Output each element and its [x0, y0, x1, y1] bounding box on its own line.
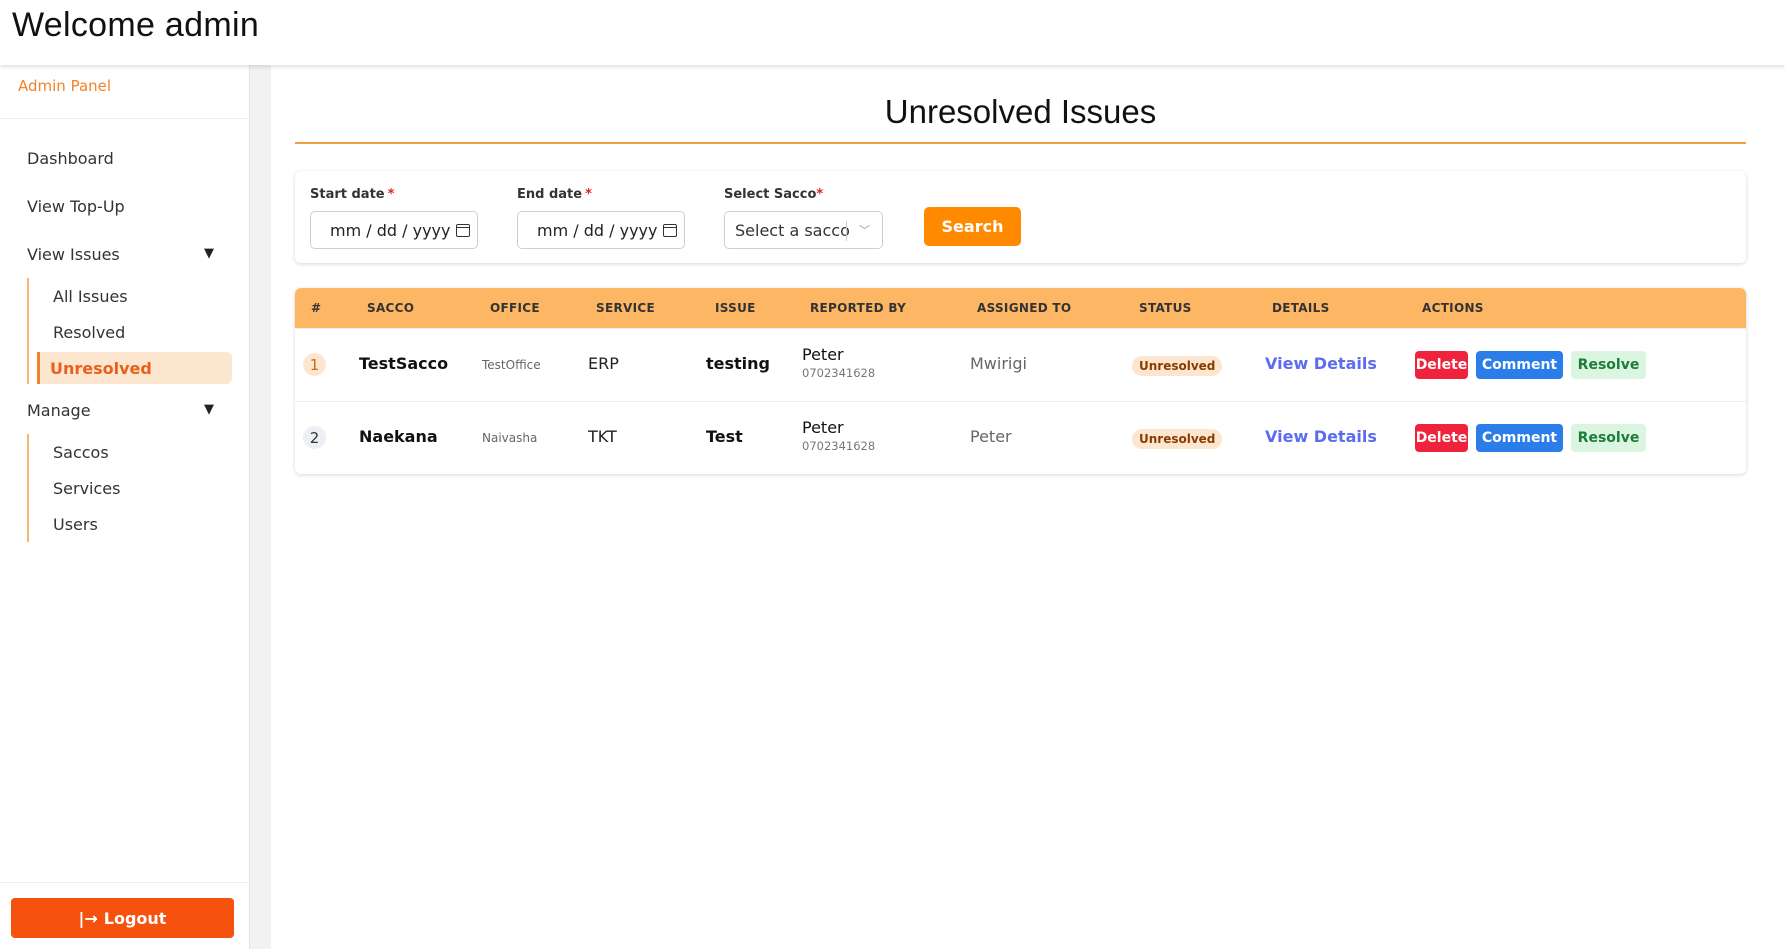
start-date-input[interactable]: mm / dd / yyyy — [310, 211, 478, 249]
comment-button[interactable]: Comment — [1476, 424, 1563, 452]
sidebar-header: Admin Panel — [0, 65, 249, 119]
header-assigned-to: ASSIGNED TO — [977, 301, 1072, 315]
sidebar-item-label: View Issues — [27, 244, 120, 264]
date-placeholder: mm / dd / yyyy — [330, 220, 451, 240]
view-issues-submenu: All Issues Resolved Unresolved — [27, 278, 249, 384]
top-bar: Welcome admin — [0, 0, 1785, 65]
issue-cell: Test — [706, 427, 743, 446]
logout-button[interactable]: |→ Logout — [11, 898, 234, 938]
header-actions: ACTIONS — [1422, 301, 1484, 315]
search-button[interactable]: Search — [924, 207, 1021, 246]
sidebar-item-label: Services — [53, 478, 121, 498]
select-separator — [846, 221, 847, 241]
caret-down-icon: ▼ — [204, 246, 214, 261]
reporter-name: Peter — [802, 418, 844, 437]
calendar-icon[interactable] — [456, 223, 471, 237]
delete-button[interactable]: Delete — [1415, 424, 1468, 452]
chevron-down-icon: ﹀ — [859, 224, 870, 237]
service-cell: ERP — [588, 354, 619, 373]
sidebar-item-users[interactable]: Users — [29, 506, 249, 542]
end-date-group: End date * mm / dd / yyyy — [517, 187, 685, 249]
reporter-phone: 0702341628 — [802, 439, 876, 453]
header-issue: ISSUE — [715, 301, 756, 315]
date-placeholder: mm / dd / yyyy — [537, 220, 658, 240]
header-status: STATUS — [1139, 301, 1192, 315]
sidebar-item-label: Users — [53, 514, 98, 534]
assigned-cell: Peter — [970, 427, 1012, 446]
comment-button[interactable]: Comment — [1476, 351, 1563, 379]
end-date-input[interactable]: mm / dd / yyyy — [517, 211, 685, 249]
office-cell: Naivasha — [482, 431, 538, 445]
resolve-button[interactable]: Resolve — [1571, 424, 1646, 452]
sacco-cell: Naekana — [359, 427, 438, 446]
header-details: DETAILS — [1272, 301, 1330, 315]
sacco-select[interactable]: Select a sacco ﹀ — [724, 211, 883, 249]
status-badge: Unresolved — [1132, 429, 1223, 449]
sacco-select-group: Select Sacco* Select a sacco ﹀ — [724, 187, 883, 249]
table-row: 1 TestSacco TestOffice ERP testing Peter… — [295, 328, 1746, 401]
start-date-label: Start date * — [310, 187, 395, 202]
sidebar-item-label: View Top-Up — [27, 196, 125, 216]
logout-icon: |→ — [78, 908, 98, 928]
sidebar-item-label: All Issues — [53, 286, 128, 306]
reporter-phone: 0702341628 — [802, 366, 876, 380]
sidebar-item-label: Saccos — [53, 442, 109, 462]
sidebar-item-view-issues[interactable]: View Issues ▼ — [0, 230, 249, 278]
service-cell: TKT — [588, 427, 617, 446]
reporter-cell: Peter 0702341628 — [802, 418, 875, 453]
sidebar-item-label: Manage — [27, 400, 91, 420]
sidebar-item-label: Dashboard — [27, 148, 114, 168]
status-badge: Unresolved — [1132, 356, 1223, 376]
row-number: 1 — [303, 353, 326, 376]
sidebar-nav: Dashboard View Top-Up View Issues ▼ All … — [0, 119, 249, 542]
delete-button[interactable]: Delete — [1415, 351, 1468, 379]
sidebar-item-manage[interactable]: Manage ▼ — [0, 386, 249, 434]
sidebar-item-label: Resolved — [53, 322, 126, 342]
main-content: Unresolved Issues Start date * mm / dd / … — [271, 65, 1785, 949]
sacco-cell: TestSacco — [359, 354, 449, 373]
caret-down-icon: ▼ — [204, 402, 214, 417]
reporter-cell: Peter 0702341628 — [802, 345, 875, 380]
resolve-button[interactable]: Resolve — [1571, 351, 1646, 379]
header-sacco: SACCO — [367, 301, 415, 315]
page-title: Unresolved Issues — [884, 93, 1157, 130]
view-details-link[interactable]: View Details — [1265, 427, 1377, 446]
table-row: 2 Naekana Naivasha TKT Test Peter 070234… — [295, 401, 1746, 474]
view-details-link[interactable]: View Details — [1265, 354, 1377, 373]
welcome-title: Welcome admin — [12, 6, 260, 44]
office-cell: TestOffice — [482, 358, 541, 372]
issues-table: # SACCO OFFICE SERVICE ISSUE REPORTED BY… — [295, 288, 1746, 474]
assigned-cell: Mwirigi — [970, 354, 1027, 373]
admin-panel-label: Admin Panel — [18, 77, 112, 95]
reporter-name: Peter — [802, 345, 844, 364]
sidebar-footer: |→ Logout — [0, 882, 249, 949]
logout-label: Logout — [103, 908, 167, 928]
sidebar-item-resolved[interactable]: Resolved — [29, 314, 249, 350]
sacco-select-label: Select Sacco* — [724, 187, 824, 202]
table-header: # SACCO OFFICE SERVICE ISSUE REPORTED BY… — [295, 288, 1746, 328]
calendar-icon[interactable] — [663, 223, 678, 237]
header-office: OFFICE — [490, 301, 540, 315]
manage-submenu: Saccos Services Users — [27, 434, 249, 542]
sidebar: Admin Panel Dashboard View Top-Up View I… — [0, 65, 250, 949]
start-date-group: Start date * mm / dd / yyyy — [310, 187, 478, 249]
header-number: # — [311, 301, 322, 315]
sidebar-item-services[interactable]: Services — [29, 470, 249, 506]
sidebar-item-all-issues[interactable]: All Issues — [29, 278, 249, 314]
sidebar-item-label: Unresolved — [50, 358, 152, 378]
sidebar-item-saccos[interactable]: Saccos — [29, 434, 249, 470]
sacco-placeholder: Select a sacco — [735, 220, 850, 240]
sidebar-item-view-topup[interactable]: View Top-Up — [0, 182, 249, 230]
header-reported-by: REPORTED BY — [810, 301, 907, 315]
sidebar-item-dashboard[interactable]: Dashboard — [0, 134, 249, 182]
title-divider — [295, 142, 1746, 144]
sidebar-item-unresolved[interactable]: Unresolved — [37, 352, 232, 384]
filter-panel: Start date * mm / dd / yyyy End date * mm … — [295, 171, 1746, 263]
end-date-label: End date * — [517, 187, 592, 202]
issue-cell: testing — [706, 354, 770, 373]
header-service: SERVICE — [596, 301, 655, 315]
row-number: 2 — [303, 426, 326, 449]
